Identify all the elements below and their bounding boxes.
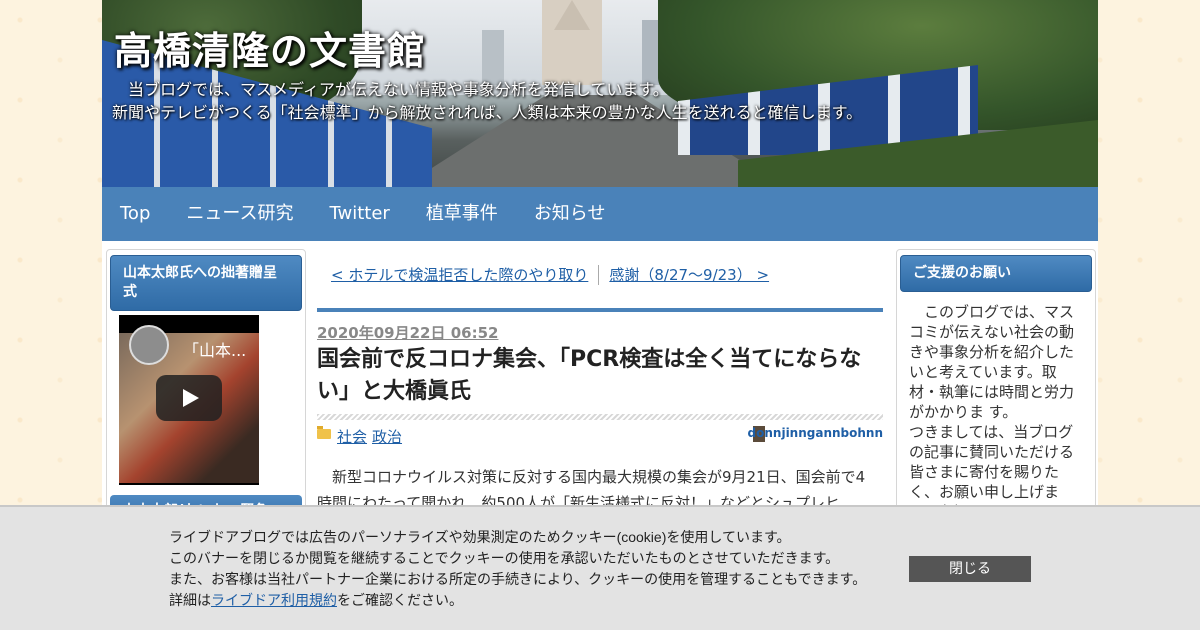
post-meta: 社会 政治 donnjinngannbohnn [317, 426, 883, 446]
support-text: このブログでは、マスコミが伝えない社会の動きや事象分析を紹介したいと考えています… [909, 303, 1085, 521]
post-divider [317, 308, 883, 312]
terms-link[interactable]: ライブドア利用規約 [211, 592, 337, 608]
next-post-link[interactable]: 感謝（8/27～9/23） > [609, 264, 769, 285]
cookie-line-suffix: をご確認ください。 [337, 592, 463, 608]
video-title[interactable]: 「山本... [183, 337, 246, 361]
blog-title[interactable]: 高橋清隆の文書館 [114, 20, 426, 75]
blog-header: 高橋清隆の文書館 当ブログでは、マスメディアが伝えない情報や事象分析を発信してい… [102, 0, 1098, 187]
header-photo-building [482, 30, 504, 85]
sidebar-box-title: 山本太郎氏への拙著贈呈式 [110, 255, 302, 311]
nav-item-twitter[interactable]: Twitter [311, 187, 407, 241]
channel-avatar[interactable] [129, 325, 169, 365]
play-icon[interactable] [156, 375, 222, 421]
sidebar-box-title: ご支援のお願い [900, 255, 1092, 292]
post-pager: < ホテルで検温拒否した際のやり取り 感謝（8/27～9/23） > [331, 264, 769, 285]
cookie-line-prefix: 詳細は [169, 592, 211, 608]
nav-item-notice[interactable]: お知らせ [516, 187, 624, 241]
folder-icon [317, 426, 331, 439]
cookie-line: また、お客様は当社パートナー企業における所定の手続きにより、クッキーの使用を管理… [169, 571, 867, 587]
cookie-banner: ライブドアブログでは広告のパーソナライズや効果測定のためクッキー(cookie)… [0, 505, 1200, 630]
video-embed[interactable]: 「山本... [119, 315, 259, 485]
title-hatch-divider [317, 414, 883, 420]
nav-item-uekusa[interactable]: 植草事件 [408, 187, 516, 241]
cookie-line: 詳細はライブドア利用規約をご確認ください。 [169, 590, 866, 611]
cookie-line: ライブドアブログでは広告のパーソナライズや効果測定のためクッキー(cookie)… [169, 529, 791, 545]
blog-description-line: 新聞やテレビがつくる「社会標準」から解放されれば、人類は本来の豊かな人生を送れる… [112, 103, 863, 122]
category-link[interactable]: 社会 [337, 426, 367, 447]
blog-description: 当ブログでは、マスメディアが伝えない情報や事象分析を発信しています。 新聞やテレ… [112, 78, 862, 124]
post-title: 国会前で反コロナ集会、「PCR検査は全く当てにならない」と大橋眞氏 [317, 347, 862, 404]
nav-item-top[interactable]: Top [102, 187, 168, 241]
main-nav: Top ニュース研究 Twitter 植草事件 お知らせ [102, 187, 1098, 241]
category-link[interactable]: 政治 [372, 426, 402, 447]
cookie-line: このバナーを閉じるか閲覧を継続することでクッキーの使用を承認いただいたものとさせ… [169, 550, 840, 566]
cookie-text: ライブドアブログでは広告のパーソナライズや効果測定のためクッキー(cookie)… [169, 527, 866, 611]
blog-description-line: 当ブログでは、マスメディアが伝えない情報や事象分析を発信しています。 [112, 80, 669, 99]
post-date[interactable]: 2020年09月22日 06:52 [317, 322, 498, 343]
cookie-close-button[interactable]: 閉じる [909, 556, 1031, 582]
pager-divider [598, 264, 600, 285]
nav-item-news[interactable]: ニュース研究 [168, 187, 311, 241]
author-link[interactable]: donnjinngannbohnn [748, 426, 883, 440]
prev-post-link[interactable]: < ホテルで検温拒否した際のやり取り [331, 264, 588, 285]
